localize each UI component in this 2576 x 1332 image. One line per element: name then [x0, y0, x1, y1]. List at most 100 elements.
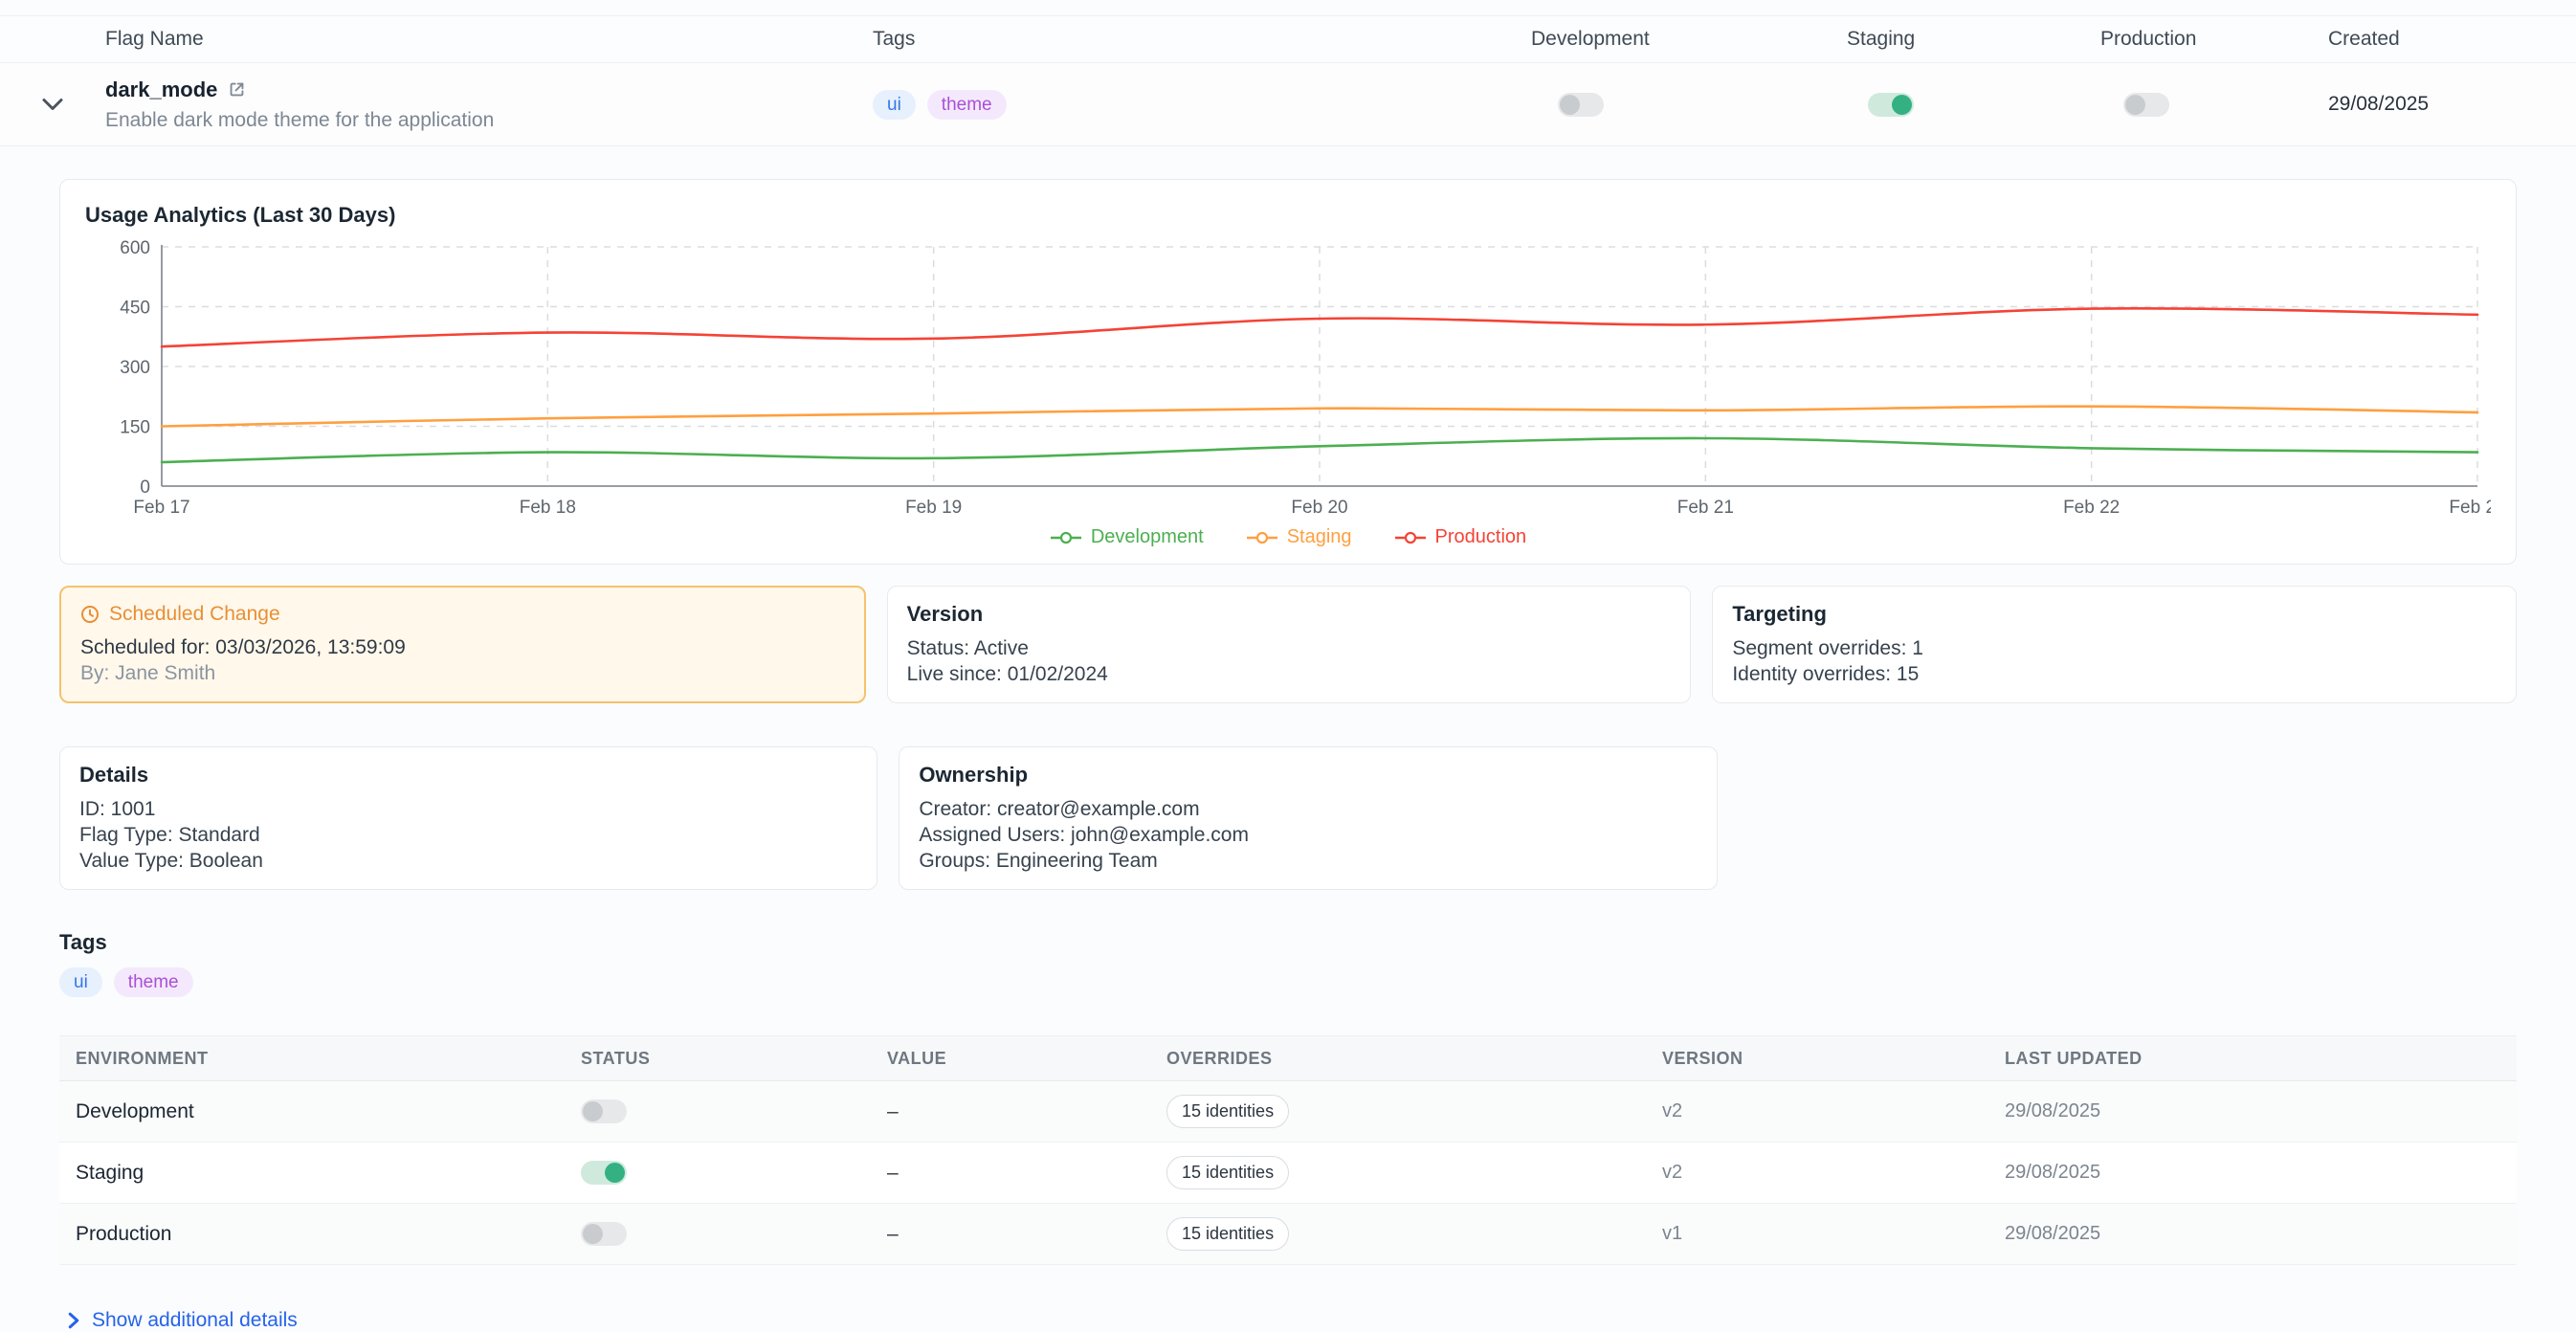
ownership-card-title: Ownership — [919, 763, 1697, 788]
svg-text:600: 600 — [120, 238, 150, 258]
legend-item-development[interactable]: Development — [1050, 526, 1204, 548]
scheduled-change-title: Scheduled Change — [109, 603, 280, 626]
chart-title: Usage Analytics (Last 30 Days) — [85, 203, 2491, 228]
chart-legend: Development Staging Production — [85, 526, 2491, 548]
env-version: v1 — [1662, 1223, 2005, 1245]
col-header-tags: Tags — [873, 28, 1531, 51]
details-flag-type: Flag Type: Standard — [79, 822, 857, 848]
environment-table: ENVIRONMENT STATUS VALUE OVERRIDES VERSI… — [59, 1035, 2517, 1265]
targeting-card-title: Targeting — [1732, 602, 2497, 627]
env-last-updated: 29/08/2025 — [2005, 1100, 2517, 1122]
svg-text:300: 300 — [120, 358, 150, 378]
toggle-knob — [2125, 95, 2145, 115]
env-name: Production — [76, 1223, 581, 1246]
env-col-version: VERSION — [1662, 1049, 2005, 1069]
svg-text:Feb 18: Feb 18 — [520, 498, 576, 518]
segment-overrides: Segment overrides: 1 — [1732, 635, 2497, 661]
version-live-since: Live since: 01/02/2024 — [907, 661, 1672, 687]
env-col-last-updated: LAST UPDATED — [2005, 1049, 2517, 1069]
svg-text:Feb 19: Feb 19 — [905, 498, 962, 518]
development-toggle[interactable] — [1558, 93, 1604, 117]
chart-grid — [162, 247, 2477, 486]
toggle-knob — [583, 1101, 603, 1121]
tags-section: Tags uitheme — [59, 930, 2517, 997]
scheduled-change-card: Scheduled Change Scheduled for: 03/03/20… — [59, 586, 866, 703]
ownership-creator: Creator: creator@example.com — [919, 796, 1697, 822]
env-col-status: STATUS — [581, 1049, 887, 1069]
env-last-updated: 29/08/2025 — [2005, 1223, 2517, 1245]
col-header-created: Created — [2321, 28, 2576, 51]
legend-marker-icon — [1050, 530, 1082, 545]
identity-overrides: Identity overrides: 15 — [1732, 661, 2497, 687]
legend-item-staging[interactable]: Staging — [1246, 526, 1352, 548]
col-header-production: Production — [2100, 28, 2321, 51]
production-status-toggle[interactable] — [581, 1222, 627, 1246]
svg-text:Feb 23: Feb 23 — [2449, 498, 2491, 518]
clock-icon — [80, 605, 100, 624]
staging-status-toggle[interactable] — [581, 1161, 627, 1185]
env-name: Development — [76, 1100, 581, 1123]
col-header-staging: Staging — [1847, 28, 2100, 51]
toggle-knob — [1560, 95, 1580, 115]
environment-table-header: ENVIRONMENT STATUS VALUE OVERRIDES VERSI… — [59, 1035, 2517, 1081]
col-header-development: Development — [1531, 28, 1847, 51]
version-card-title: Version — [907, 602, 1672, 627]
external-link-icon[interactable] — [228, 80, 246, 99]
flag-name: dark_mode — [105, 78, 217, 102]
legend-marker-icon — [1394, 530, 1427, 545]
svg-text:Feb 20: Feb 20 — [1291, 498, 1347, 518]
usage-analytics-card: Usage Analytics (Last 30 Days) 015030045… — [59, 179, 2517, 565]
scheduled-by-text: By: Jane Smith — [80, 660, 845, 686]
overrides-badge: 15 identities — [1166, 1095, 1289, 1128]
details-card-title: Details — [79, 763, 857, 788]
env-row-staging: Staging–15 identitiesv229/08/2025 — [59, 1143, 2517, 1204]
details-card: Details ID: 1001 Flag Type: Standard Val… — [59, 746, 877, 890]
toggle-knob — [605, 1163, 625, 1183]
env-col-overrides: OVERRIDES — [1166, 1049, 1662, 1069]
env-version: v2 — [1662, 1100, 2005, 1122]
production-toggle[interactable] — [2123, 93, 2169, 117]
usage-line-chart: 0150300450600Feb 17Feb 18Feb 19Feb 20Feb… — [85, 237, 2491, 522]
col-header-flag-name: Flag Name — [105, 28, 873, 51]
overrides-badge: 15 identities — [1166, 1217, 1289, 1251]
version-status: Status: Active — [907, 635, 1672, 661]
svg-text:Feb 21: Feb 21 — [1677, 498, 1734, 518]
tags-section-chips: uitheme — [59, 967, 2517, 997]
ownership-assigned-users: Assigned Users: john@example.com — [919, 822, 1697, 848]
svg-text:Feb 17: Feb 17 — [133, 498, 189, 518]
flag-description: Enable dark mode theme for the applicati… — [105, 109, 873, 132]
env-row-development: Development –15 identities v229/08/2025 — [59, 1081, 2517, 1143]
flag-created-date: 29/08/2025 — [2321, 93, 2576, 116]
flags-list-header: Flag Name Tags Development Staging Produ… — [0, 15, 2576, 63]
targeting-card: Targeting Segment overrides: 1 Identity … — [1712, 586, 2517, 703]
chart-axis-labels: 0150300450600Feb 17Feb 18Feb 19Feb 20Feb… — [120, 238, 2491, 518]
development-status-toggle[interactable] — [581, 1099, 627, 1123]
tag-chip-ui: ui — [59, 967, 102, 997]
ownership-groups: Groups: Engineering Team — [919, 848, 1697, 874]
expand-collapse-button[interactable] — [0, 97, 105, 112]
flag-detail-panel: Usage Analytics (Last 30 Days) 015030045… — [59, 179, 2517, 1332]
chevron-right-icon — [68, 1312, 79, 1329]
toggle-knob — [583, 1224, 603, 1244]
flag-row-dark-mode: dark_mode Enable dark mode theme for the… — [0, 63, 2576, 146]
env-value: – — [887, 1162, 1166, 1185]
ownership-card: Ownership Creator: creator@example.com A… — [899, 746, 1717, 890]
overrides-badge: 15 identities — [1166, 1156, 1289, 1189]
tags-section-title: Tags — [59, 930, 2517, 955]
chevron-down-icon — [41, 97, 64, 112]
svg-text:Feb 22: Feb 22 — [2063, 498, 2120, 518]
env-col-value: VALUE — [887, 1049, 1166, 1069]
env-last-updated: 29/08/2025 — [2005, 1162, 2517, 1184]
legend-label: Staging — [1287, 526, 1352, 548]
staging-toggle[interactable] — [1868, 93, 1914, 117]
env-value: – — [887, 1100, 1166, 1123]
env-col-environment: ENVIRONMENT — [76, 1049, 581, 1069]
tag-chip-theme: theme — [114, 967, 193, 997]
svg-text:450: 450 — [120, 299, 150, 319]
legend-item-production[interactable]: Production — [1394, 526, 1527, 548]
svg-text:150: 150 — [120, 418, 150, 438]
legend-label: Production — [1435, 526, 1527, 548]
env-value: – — [887, 1223, 1166, 1246]
toggle-knob — [1892, 95, 1912, 115]
flag-tags: uitheme — [873, 90, 1531, 120]
